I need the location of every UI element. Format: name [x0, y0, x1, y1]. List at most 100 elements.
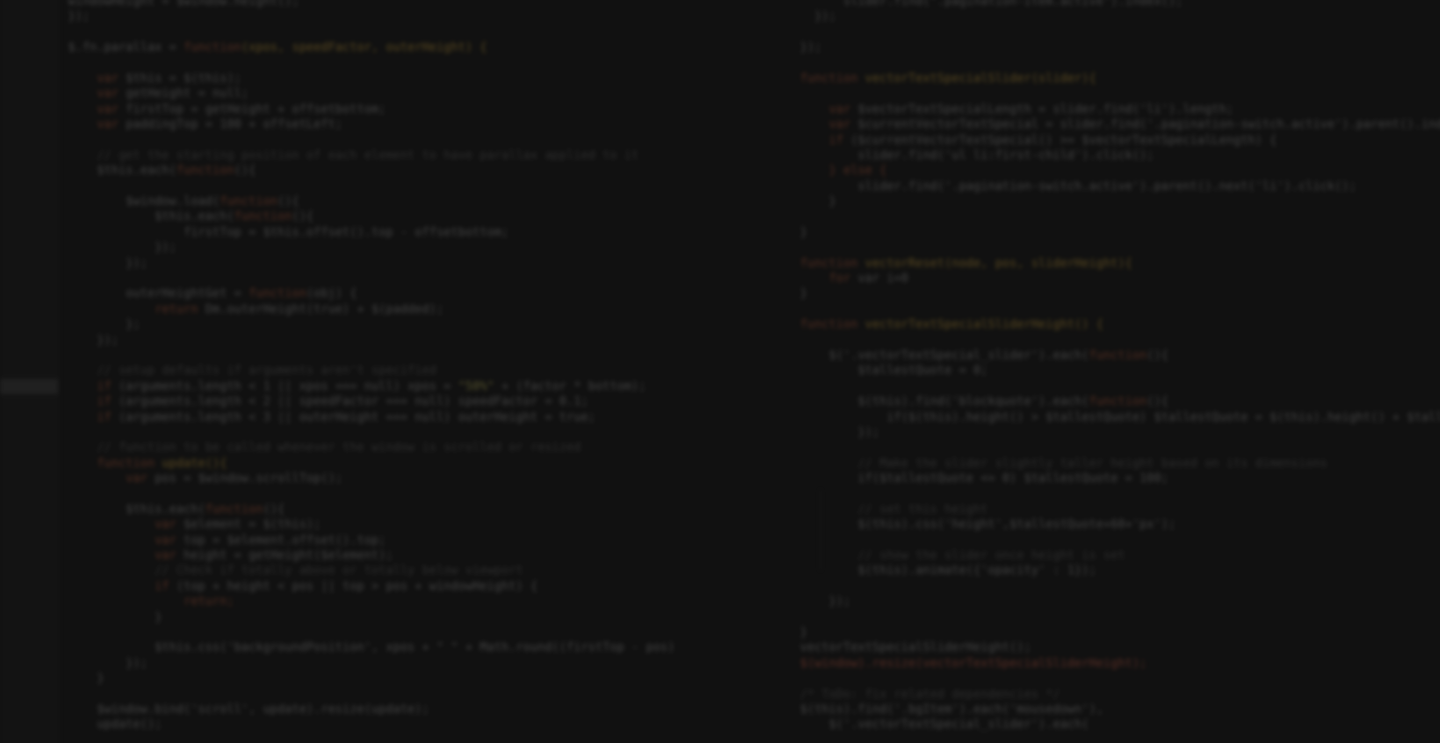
- code-line[interactable]: [800, 579, 1440, 594]
- code-line[interactable]: // set this height: [800, 502, 1440, 517]
- code-line[interactable]: $this.each(function(){: [68, 163, 788, 178]
- code-line[interactable]: outerHeightGet = function(obj) {: [68, 286, 788, 301]
- code-line[interactable]: $(window).resize(vectorTextSpecialSlider…: [800, 656, 1440, 671]
- code-line[interactable]: // Check if totally above or totally bel…: [68, 563, 788, 578]
- code-line[interactable]: [68, 487, 788, 502]
- code-line[interactable]: if ($currentVectorTextSpecial() >= $vect…: [800, 133, 1440, 148]
- code-pane-right[interactable]: slider.find('.pagination-item.active').i…: [800, 0, 1440, 733]
- code-line[interactable]: windowHeight = $window.height();: [68, 0, 788, 9]
- code-line[interactable]: [68, 25, 788, 40]
- code-line[interactable]: slider.find('.pagination-item.active').i…: [800, 0, 1440, 9]
- code-line[interactable]: for var i=0: [800, 271, 1440, 286]
- code-line[interactable]: }: [800, 225, 1440, 240]
- code-line[interactable]: if (top + height < pos || top > pos + wi…: [68, 579, 788, 594]
- code-line[interactable]: [800, 533, 1440, 548]
- code-line[interactable]: // function to be called whenever the wi…: [68, 440, 788, 455]
- code-line[interactable]: function update(){: [68, 456, 788, 471]
- code-line[interactable]: $('.vectorTextSpecial_slider').each(func…: [800, 348, 1440, 363]
- code-line[interactable]: var $this = $(this);: [68, 71, 788, 86]
- code-line[interactable]: [800, 671, 1440, 686]
- code-line[interactable]: });: [800, 594, 1440, 609]
- code-line[interactable]: /* ToDo: fix related dependencies */: [800, 687, 1440, 702]
- code-line[interactable]: slider.find('ul li:first-child').click()…: [800, 148, 1440, 163]
- code-line[interactable]: [68, 271, 788, 286]
- code-line[interactable]: });: [68, 9, 788, 24]
- code-line[interactable]: });: [800, 425, 1440, 440]
- code-line[interactable]: });: [800, 9, 1440, 24]
- code-line[interactable]: $(this).find('.bgItem').each('mousedown'…: [800, 702, 1440, 717]
- code-line[interactable]: var $currentVectorTextSpecial = slider.f…: [800, 117, 1440, 132]
- code-line[interactable]: [800, 209, 1440, 224]
- code-line[interactable]: // Make the slider slightly taller heigh…: [800, 456, 1440, 471]
- code-line[interactable]: }: [800, 625, 1440, 640]
- code-line[interactable]: [800, 25, 1440, 40]
- code-line[interactable]: vectorTextSpecialSliderHeight();: [800, 640, 1440, 655]
- code-line[interactable]: [68, 425, 788, 440]
- code-line[interactable]: $window.bind('scroll', update).resize(up…: [68, 702, 788, 717]
- code-line[interactable]: var getHeight = null;: [68, 86, 788, 101]
- code-line[interactable]: function vectorTextSpecialSlider(slider)…: [800, 71, 1440, 86]
- code-line[interactable]: });: [800, 40, 1440, 55]
- code-line[interactable]: slider.find('.pagination-switch.active')…: [800, 179, 1440, 194]
- code-line[interactable]: });: [68, 656, 788, 671]
- code-line[interactable]: [68, 687, 788, 702]
- code-line[interactable]: $this.each(function(){: [68, 502, 788, 517]
- code-line[interactable]: return;: [68, 594, 788, 609]
- code-line[interactable]: [68, 56, 788, 71]
- code-line[interactable]: }: [800, 194, 1440, 209]
- code-line[interactable]: firstTop = $this.offset().top - offsetbo…: [68, 225, 788, 240]
- code-line[interactable]: }: [68, 610, 788, 625]
- code-line[interactable]: [68, 179, 788, 194]
- code-line[interactable]: [800, 333, 1440, 348]
- code-line[interactable]: $.fn.parallax = function(xpos, speedFact…: [68, 40, 788, 55]
- code-line[interactable]: var $element = $(this);: [68, 517, 788, 532]
- code-line[interactable]: var pos = $window.scrollTop();: [68, 471, 788, 486]
- code-line[interactable]: // get the starting position of each ele…: [68, 148, 788, 163]
- code-line[interactable]: function vectorTextSpecialSliderHeight()…: [800, 317, 1440, 332]
- code-line[interactable]: if($tallestQuote <= 0) $tallestQuote = 1…: [800, 471, 1440, 486]
- code-line[interactable]: });: [68, 333, 788, 348]
- code-pane-left[interactable]: windowHeight = $window.height();}); $.fn.…: [68, 0, 788, 733]
- line-number: [0, 656, 58, 671]
- code-line[interactable]: var top = $element.offset().top;: [68, 533, 788, 548]
- code-line[interactable]: [800, 379, 1440, 394]
- code-line[interactable]: $(this).animate({'opacity' : 1});: [800, 563, 1440, 578]
- code-line[interactable]: } else {: [800, 163, 1440, 178]
- code-line[interactable]: // show the slider once height is set: [800, 548, 1440, 563]
- line-number: [0, 502, 58, 517]
- code-line[interactable]: [800, 240, 1440, 255]
- code-line[interactable]: $window.load(function(){: [68, 194, 788, 209]
- code-line[interactable]: var height = getHeight($element);: [68, 548, 788, 563]
- code-line[interactable]: $('.vectorTextSpecial_slider').each(: [800, 717, 1440, 732]
- code-line[interactable]: if (arguments.length < 2 || speedFactor …: [68, 394, 788, 409]
- code-line[interactable]: // setup defaults if arguments aren't sp…: [68, 363, 788, 378]
- code-line[interactable]: if (arguments.length < 3 || outerHeight …: [68, 410, 788, 425]
- code-line[interactable]: }: [68, 671, 788, 686]
- code-line[interactable]: var $vectorTextSpecialLength = slider.fi…: [800, 102, 1440, 117]
- code-line[interactable]: update();: [68, 717, 788, 732]
- code-line[interactable]: [68, 348, 788, 363]
- code-line[interactable]: [68, 625, 788, 640]
- code-line[interactable]: };: [68, 317, 788, 332]
- code-line[interactable]: return Dm.outerHeight(true) + $(padded);: [68, 302, 788, 317]
- code-line[interactable]: [800, 610, 1440, 625]
- code-line[interactable]: [800, 56, 1440, 71]
- code-line[interactable]: var firstTop = getHeight + offsetbottom;: [68, 102, 788, 117]
- code-line[interactable]: $tallestQuote = 0;: [800, 363, 1440, 378]
- code-line[interactable]: $(this).find('blockquote').each(function…: [800, 394, 1440, 409]
- code-line[interactable]: [68, 133, 788, 148]
- code-line[interactable]: }: [800, 286, 1440, 301]
- code-line[interactable]: [800, 440, 1440, 455]
- code-line[interactable]: });: [68, 240, 788, 255]
- code-line[interactable]: $this.css('backgroundPosition', xpos + "…: [68, 640, 788, 655]
- code-line[interactable]: $this.each(function(){: [68, 209, 788, 224]
- code-line[interactable]: $(this).css('height',$tallestQuote+60+'p…: [800, 517, 1440, 532]
- code-line[interactable]: var paddingTop = 100 + offsetLeft;: [68, 117, 788, 132]
- code-line[interactable]: [800, 302, 1440, 317]
- code-line[interactable]: if (arguments.length < 1 || xpos === nul…: [68, 379, 788, 394]
- code-line[interactable]: [800, 86, 1440, 101]
- code-line[interactable]: });: [68, 256, 788, 271]
- code-line[interactable]: if($(this).height() > $tallestQuote) $ta…: [800, 410, 1440, 425]
- code-line[interactable]: [800, 487, 1440, 502]
- code-line[interactable]: function vectorReset(node, pos, sliderHe…: [800, 256, 1440, 271]
